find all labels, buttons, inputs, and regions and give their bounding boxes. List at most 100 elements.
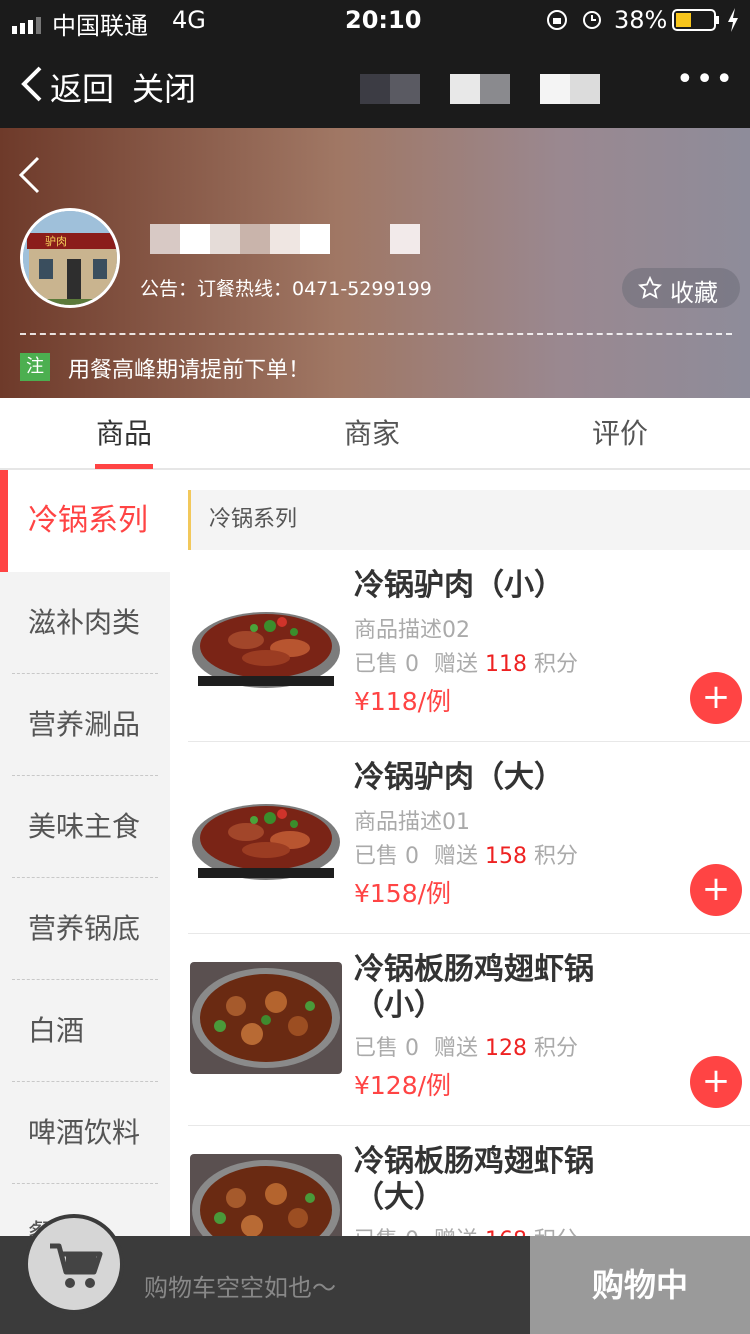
time-text: 20:10 [345, 6, 422, 34]
shop-notice: 公告：订餐热线：0471-5299199 [140, 278, 432, 300]
battery-icon [672, 8, 720, 32]
product-name: 冷锅板肠鸡翅虾锅（小） [354, 952, 594, 1023]
cart-button[interactable] [24, 1214, 124, 1314]
sidebar-item-staples[interactable]: 美味主食 [0, 776, 170, 878]
add-to-cart-button[interactable]: + [690, 864, 742, 916]
shop-avatar: 驴肉 [20, 208, 120, 308]
shop-sign-text: 驴肉 [45, 234, 67, 248]
add-to-cart-button[interactable]: + [690, 672, 742, 724]
star-icon [637, 275, 663, 300]
product-item[interactable]: 冷锅板肠鸡翅虾锅（小） 已售 0 赠送 128 积分 ¥128/例 + [188, 934, 750, 1126]
header-divider [20, 333, 732, 335]
battery-percent: 38% [614, 6, 668, 34]
sidebar-item-meat[interactable]: 滋补肉类 [0, 572, 170, 674]
tab-products[interactable]: 商品 [0, 398, 248, 468]
product-price: ¥118/例 [354, 687, 452, 716]
shop-header: 驴肉 公告：订餐热线：0471-5299199 收藏 注 用餐高峰期请提前下单！ [0, 128, 750, 398]
product-item[interactable]: 冷锅驴肉（小） 商品描述02 已售 0 赠送 118 积分 ¥118/例 + [188, 550, 750, 742]
tab-bar: 商品 商家 评价 [0, 398, 750, 470]
product-name: 冷锅板肠鸡翅虾锅（大） [354, 1144, 594, 1215]
product-name: 冷锅驴肉（大） [354, 760, 564, 795]
product-price: ¥128/例 [354, 1071, 452, 1100]
cart-icon [48, 1242, 104, 1290]
checkout-button[interactable]: 购物中 [530, 1236, 750, 1334]
points-label: 积分 [534, 1036, 579, 1061]
sidebar-item-liquor[interactable]: 白酒 [0, 980, 170, 1082]
category-sidebar: 冷锅系列 滋补肉类 营养涮品 美味主食 营养锅底 白酒 啤酒饮料 餐具 [0, 470, 170, 1236]
nav-bar: 返回 关闭 ••• [0, 40, 750, 128]
gift-label: 赠送 [434, 1228, 478, 1236]
sold-label: 已售 [354, 844, 399, 869]
tab-reviews[interactable]: 评价 [496, 398, 744, 468]
cart-empty-text: 购物车空空如也～ [144, 1274, 336, 1302]
product-item[interactable]: 冷锅驴肉（大） 商品描述01 已售 0 赠送 158 积分 ¥158/例 + [188, 742, 750, 934]
gift-label: 赠送 [434, 652, 479, 677]
page-title-redacted [360, 74, 600, 106]
sold-label: 已售 [354, 1228, 398, 1236]
carrier-text: 中国联通 [52, 12, 148, 40]
sidebar-active-bar [0, 470, 8, 572]
product-list: 冷锅系列 冷锅驴肉（小） 商品描述02 已售 0 赠送 118 积分 ¥118/… [170, 470, 750, 1236]
product-price: ¥158/例 [354, 879, 452, 908]
points-label: 积分 [534, 1228, 578, 1236]
product-stats: 已售 0 赠送 158 积分 [354, 838, 578, 870]
product-stats: 已售 0 赠送 118 积分 [354, 646, 578, 678]
product-item[interactable]: 冷锅板肠鸡翅虾锅（大） 已售 0 赠送 168 积分 [188, 1126, 750, 1236]
points-value: 128 [485, 1036, 528, 1061]
alarm-icon [581, 8, 603, 30]
points-label: 积分 [534, 652, 579, 677]
product-desc: 商品描述02 [354, 618, 470, 643]
sold-count: 0 [405, 1228, 419, 1236]
status-bar: 中国联通 4G 20:10 38% [0, 0, 750, 40]
charging-icon [726, 7, 740, 33]
sold-label: 已售 [354, 1036, 399, 1061]
sidebar-item-hotpot-items[interactable]: 营养涮品 [0, 674, 170, 776]
sidebar-item-label: 白酒 [28, 1014, 85, 1047]
favorite-label: 收藏 [670, 279, 718, 307]
favorite-button[interactable]: 收藏 [622, 268, 740, 308]
tab-products-label: 商品 [95, 417, 152, 450]
sidebar-item-label: 美味主食 [28, 810, 141, 843]
product-image [190, 1154, 342, 1236]
product-stats: 已售 0 赠送 128 积分 [354, 1030, 578, 1062]
points-value: 168 [485, 1228, 527, 1236]
points-value: 158 [485, 844, 528, 869]
points-value: 118 [485, 652, 528, 677]
tab-merchant[interactable]: 商家 [248, 398, 496, 468]
product-image [190, 780, 342, 892]
back-button[interactable]: 返回 [50, 64, 114, 110]
shop-name-redacted [150, 224, 420, 254]
close-button[interactable]: 关闭 [132, 64, 196, 110]
more-menu-button[interactable]: ••• [676, 62, 735, 97]
sidebar-item-label: 冷锅系列 [28, 503, 148, 538]
gift-label: 赠送 [434, 1036, 479, 1061]
product-desc: 商品描述01 [354, 810, 470, 835]
add-to-cart-button[interactable]: + [690, 1056, 742, 1108]
sidebar-item-cold-pot[interactable]: 冷锅系列 [0, 470, 170, 572]
tip-badge: 注 [20, 353, 50, 381]
gift-label: 赠送 [434, 844, 479, 869]
sold-count: 0 [405, 1036, 420, 1061]
tip-text: 用餐高峰期请提前下单！ [68, 358, 311, 383]
sidebar-item-label: 啤酒饮料 [28, 1116, 141, 1149]
sidebar-item-soup-base[interactable]: 营养锅底 [0, 878, 170, 980]
category-header: 冷锅系列 [188, 490, 750, 550]
product-name: 冷锅驴肉（小） [354, 568, 564, 603]
sidebar-item-label: 滋补肉类 [28, 606, 141, 639]
signal-icon [12, 12, 46, 34]
back-chevron-icon[interactable] [20, 66, 44, 102]
network-text: 4G [172, 6, 206, 34]
sold-label: 已售 [354, 652, 399, 677]
tab-active-indicator [95, 464, 153, 469]
product-image [190, 962, 342, 1074]
sidebar-item-label: 营养涮品 [28, 708, 141, 741]
rotation-lock-icon [546, 9, 568, 31]
sold-count: 0 [405, 844, 420, 869]
sidebar-item-beverages[interactable]: 啤酒饮料 [0, 1082, 170, 1184]
sidebar-item-label: 营养锅底 [28, 912, 141, 945]
points-label: 积分 [534, 844, 579, 869]
product-stats: 已售 0 赠送 168 积分 [354, 1222, 578, 1236]
tab-reviews-label: 评价 [591, 417, 648, 450]
tab-merchant-label: 商家 [343, 417, 400, 450]
header-back-icon[interactable] [18, 156, 40, 194]
